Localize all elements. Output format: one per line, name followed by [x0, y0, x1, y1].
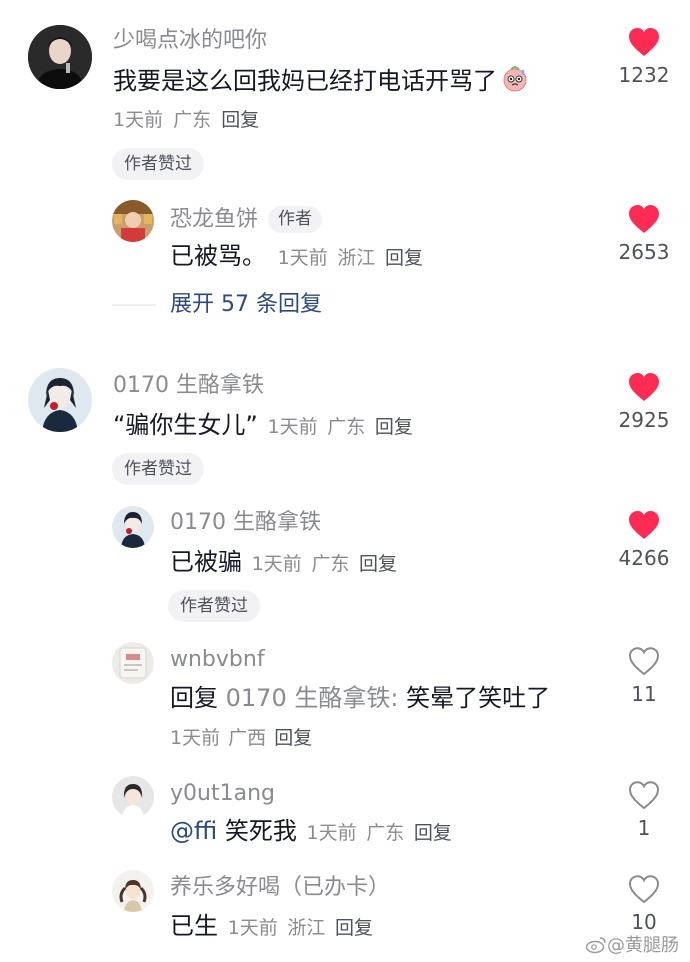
reply-text: 已被骂。 1天前 浙江 回复 — [170, 244, 423, 268]
comment-text: 我要是这么回我妈已经打电话开骂了 — [113, 65, 529, 97]
avatar-image — [112, 642, 154, 684]
avatar[interactable] — [28, 25, 92, 89]
author-liked-badge: 作者赞过 — [112, 453, 204, 485]
avatar[interactable] — [112, 506, 154, 548]
like-count: 1 — [637, 816, 651, 840]
avatar-image — [28, 368, 92, 432]
reply-time: 1天前 — [251, 553, 302, 575]
weibo-logo-icon — [585, 936, 607, 958]
reply-button[interactable]: 回复 — [359, 553, 397, 575]
comment-time: 1天前 — [113, 109, 164, 131]
reply-button[interactable]: 回复 — [385, 247, 423, 269]
reply-time: 1天前 — [170, 727, 221, 749]
sweat-emoji-icon — [501, 65, 529, 97]
like-button[interactable]: 1232 — [604, 27, 684, 85]
reply-meta: 1天前 广西 回复 — [170, 729, 312, 748]
reply-username: 恐龙鱼饼 作者 — [170, 206, 323, 233]
author-liked-badge: 作者赞过 — [112, 148, 204, 180]
reply-username[interactable]: 养乐多好喝（已办卡） — [170, 877, 390, 899]
heart-filled-icon — [629, 373, 659, 401]
avatar[interactable] — [28, 368, 92, 432]
like-count: 11 — [631, 682, 657, 706]
avatar[interactable] — [112, 200, 154, 242]
reply-time: 1天前 — [277, 247, 328, 269]
weibo-watermark: @黄腿肠 — [585, 936, 679, 958]
avatar[interactable] — [112, 776, 154, 818]
heart-filled-icon — [629, 28, 659, 56]
reply-text-body: 笑死我 — [224, 817, 297, 845]
reply-text: 已被骗 1天前 广东 回复 — [170, 550, 397, 574]
like-button[interactable]: 2653 — [604, 204, 684, 262]
like-button[interactable]: 10 — [604, 874, 684, 932]
comment-text: “骗你生女儿” 1天前 广东 回复 — [113, 413, 413, 437]
heart-outline-icon — [628, 647, 660, 676]
reply-text-body: 笑晕了笑吐了 — [406, 684, 551, 712]
watermark-text: @黄腿肠 — [607, 935, 679, 956]
reply-username[interactable]: 0170 生酪拿铁 — [170, 512, 321, 534]
reply-location: 广东 — [366, 822, 405, 844]
avatar-image — [112, 200, 154, 242]
reply-username-text[interactable]: 恐龙鱼饼 — [170, 207, 258, 232]
reply-text-body: 已被骂。 — [170, 242, 266, 270]
like-button[interactable]: 4266 — [604, 510, 684, 568]
reply-username[interactable]: y0ut1ang — [170, 783, 275, 805]
like-count: 1232 — [618, 63, 670, 87]
comment-location: 广东 — [173, 109, 212, 131]
comment-username[interactable]: 0170 生酪拿铁 — [113, 375, 264, 397]
reply-text: 回复 0170 生酪拿铁: 笑晕了笑吐了 — [170, 686, 550, 710]
author-tag: 作者 — [268, 206, 323, 233]
mention-link[interactable]: @ffi — [170, 817, 217, 845]
reply-button[interactable]: 回复 — [274, 727, 312, 749]
reply-prefix: 回复 — [170, 684, 218, 712]
avatar-image — [112, 506, 154, 548]
reply-location: 广东 — [311, 553, 350, 575]
reply-location: 广西 — [228, 727, 267, 749]
comment-location: 广东 — [327, 416, 366, 438]
like-count: 2925 — [618, 408, 670, 432]
reply-text: @ffi 笑死我 1天前 广东 回复 — [170, 819, 452, 843]
reply-location: 浙江 — [337, 247, 376, 269]
like-button[interactable]: 11 — [604, 646, 684, 704]
avatar-image — [112, 776, 154, 818]
like-button[interactable]: 1 — [604, 780, 684, 838]
comment-username[interactable]: 少喝点冰的吧你 — [113, 30, 267, 52]
expand-replies-button[interactable]: 展开 57 条回复 — [170, 294, 322, 316]
avatar[interactable] — [112, 870, 154, 912]
avatar-image — [28, 25, 92, 89]
heart-outline-icon — [628, 781, 660, 810]
comment-text-body: “骗你生女儿” — [113, 411, 258, 439]
heart-filled-icon — [629, 511, 659, 539]
avatar-image — [112, 870, 154, 912]
reply-text-body: 已被骗 — [170, 548, 242, 576]
reply-text-body: 已生 — [170, 912, 218, 940]
reply-location: 浙江 — [287, 917, 326, 939]
avatar[interactable] — [112, 642, 154, 684]
reply-target-username[interactable]: 0170 生酪拿铁: — [226, 684, 399, 712]
author-liked-badge: 作者赞过 — [168, 590, 260, 622]
reply-button[interactable]: 回复 — [375, 416, 413, 438]
reply-username[interactable]: wnbvbnf — [170, 649, 265, 671]
reply-time: 1天前 — [227, 917, 278, 939]
like-count: 4266 — [618, 546, 670, 570]
like-count: 10 — [631, 910, 657, 934]
heart-filled-icon — [629, 205, 659, 233]
like-count: 2653 — [618, 240, 670, 264]
reply-button[interactable]: 回复 — [414, 822, 452, 844]
reply-text: 已生 1天前 浙江 回复 — [170, 914, 373, 938]
reply-button[interactable]: 回复 — [335, 917, 373, 939]
comment-meta: 1天前 广东 回复 — [113, 111, 259, 130]
heart-outline-icon — [628, 875, 660, 904]
comment-text-body: 我要是这么回我妈已经打电话开骂了 — [113, 67, 497, 95]
comment-time: 1天前 — [267, 416, 318, 438]
reply-button[interactable]: 回复 — [221, 109, 259, 131]
expand-divider — [112, 304, 156, 306]
reply-time: 1天前 — [306, 822, 357, 844]
like-button[interactable]: 2925 — [604, 372, 684, 430]
